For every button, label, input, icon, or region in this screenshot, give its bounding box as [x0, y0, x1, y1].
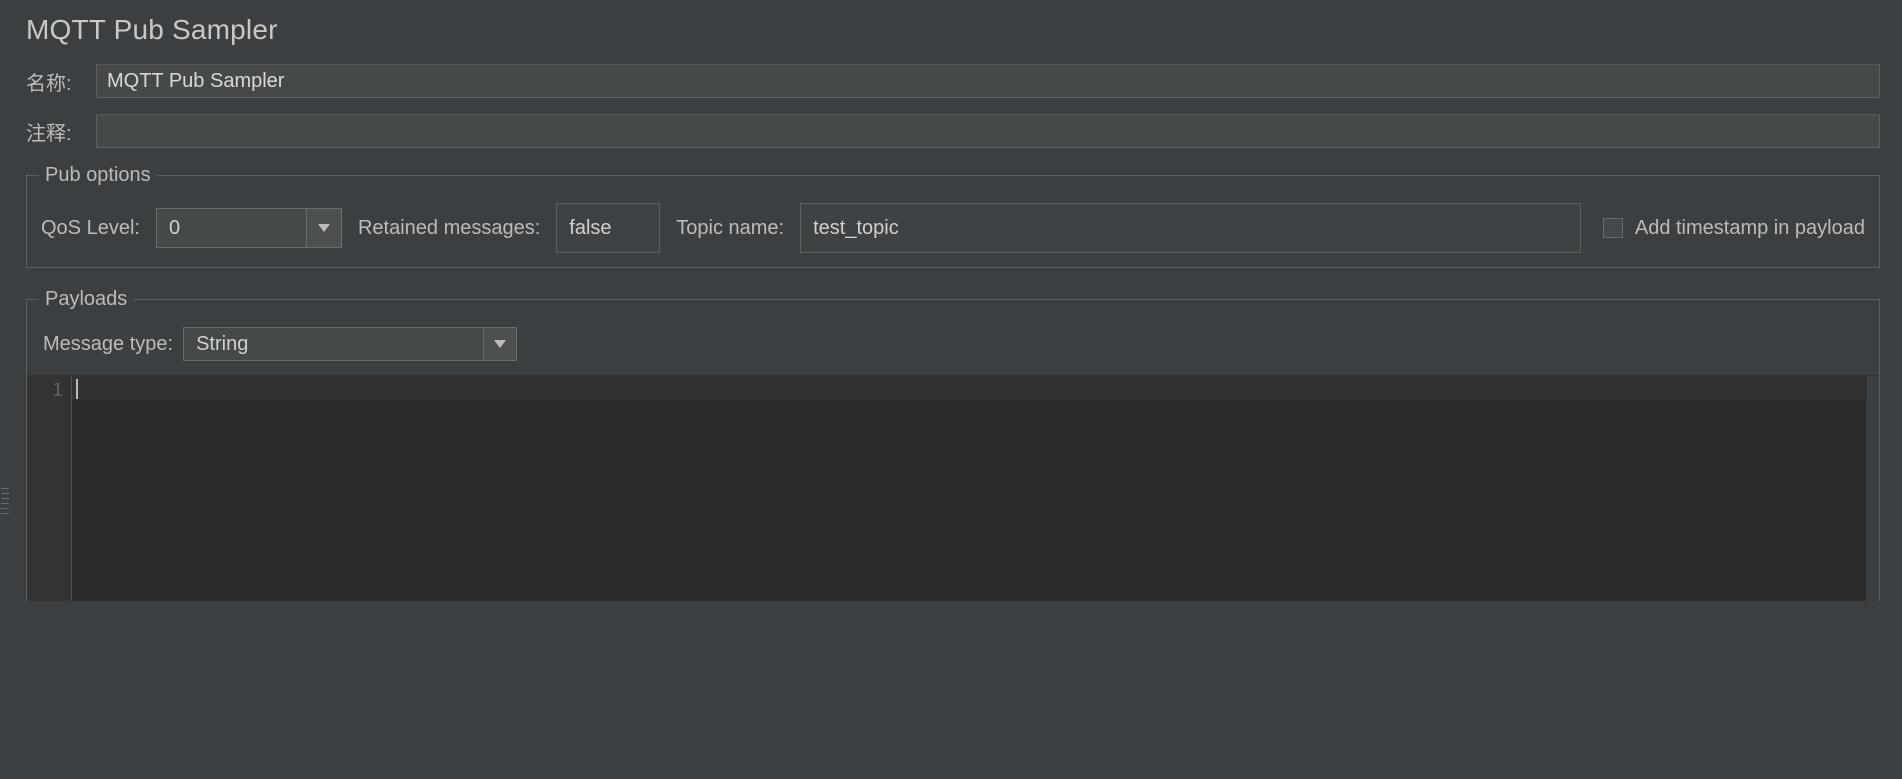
resize-handle-icon[interactable]	[0, 486, 10, 516]
comment-input[interactable]	[96, 114, 1880, 148]
message-type-value: String	[183, 327, 483, 361]
name-label: 名称:	[26, 67, 96, 96]
payloads-legend: Payloads	[39, 288, 133, 311]
current-line-highlight	[72, 376, 1865, 400]
message-type-label: Message type:	[43, 333, 173, 356]
pub-options-group: Pub options QoS Level: 0 Retained messag…	[26, 164, 1880, 268]
sampler-panel: MQTT Pub Sampler 名称: 注释: Pub options QoS…	[0, 0, 1902, 623]
payload-editor[interactable]: 1	[27, 375, 1879, 601]
name-row: 名称:	[26, 64, 1880, 98]
pub-options-row: QoS Level: 0 Retained messages: Topic na…	[41, 203, 1865, 253]
topic-input[interactable]	[800, 203, 1581, 253]
comment-row: 注释:	[26, 114, 1880, 148]
chevron-down-icon	[318, 224, 330, 232]
qos-dropdown-button[interactable]	[306, 208, 342, 248]
message-type-row: Message type: String	[41, 327, 1865, 375]
timestamp-checkbox-wrap[interactable]: Add timestamp in payload	[1603, 217, 1865, 240]
name-input[interactable]	[96, 64, 1880, 98]
qos-value: 0	[156, 208, 306, 248]
topic-label: Topic name:	[676, 217, 784, 240]
vertical-scrollbar[interactable]	[1865, 376, 1879, 601]
qos-select[interactable]: 0	[156, 208, 342, 248]
comment-label: 注释:	[26, 117, 96, 146]
editor-gutter: 1	[27, 376, 71, 601]
message-type-dropdown-button[interactable]	[483, 327, 517, 361]
qos-label: QoS Level:	[41, 217, 140, 240]
timestamp-checkbox[interactable]	[1603, 218, 1623, 238]
editor-caret	[76, 379, 78, 399]
chevron-down-icon	[494, 340, 506, 348]
line-number: 1	[27, 380, 63, 401]
retained-label: Retained messages:	[358, 217, 540, 240]
message-type-select[interactable]: String	[183, 327, 517, 361]
retained-input[interactable]	[556, 203, 660, 253]
timestamp-label: Add timestamp in payload	[1635, 217, 1865, 240]
editor-body[interactable]	[71, 376, 1879, 601]
payloads-group: Payloads Message type: String 1	[26, 288, 1880, 601]
page-title: MQTT Pub Sampler	[26, 14, 1880, 46]
pub-options-legend: Pub options	[39, 164, 157, 187]
